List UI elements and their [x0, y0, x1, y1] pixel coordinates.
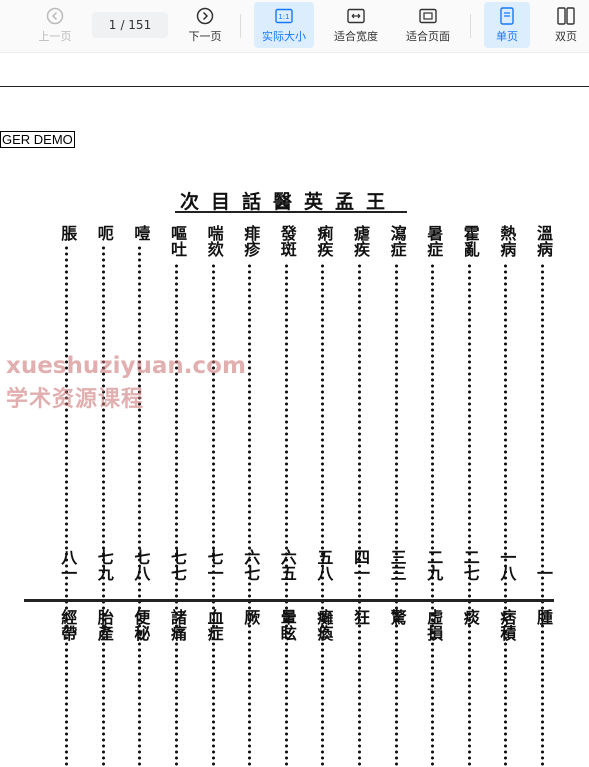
chevron-right-icon	[196, 7, 214, 25]
fit-width-label: 适合宽度	[334, 29, 378, 43]
chevron-left-icon	[46, 7, 64, 25]
toc-entry-label: 呃	[94, 225, 114, 241]
single-page-button[interactable]: 单页	[484, 2, 530, 48]
fit-width-button[interactable]: 适合宽度	[326, 2, 386, 48]
double-page-label: 双页	[555, 29, 577, 43]
toc-entry-label: 噎	[131, 225, 151, 241]
single-page-label: 单页	[496, 29, 518, 43]
toc-leader-dots	[211, 647, 215, 767]
fit-width-icon	[347, 7, 365, 25]
double-page-button[interactable]: 双页	[544, 2, 588, 48]
toc-leader-dots	[101, 647, 105, 767]
toc-entry-label: 暑症	[424, 225, 444, 257]
demo-label: GER DEMO	[0, 131, 75, 148]
toc-page-number: 六五	[277, 549, 297, 581]
next-page-button[interactable]: 下一页	[184, 2, 226, 48]
toc-page-number: 三三	[387, 549, 407, 581]
prev-page-button[interactable]: 上一页	[34, 2, 76, 48]
toc-entry-label: 虛損	[424, 609, 444, 641]
total-pages: / 151	[120, 18, 152, 32]
toc-page-number: 一	[534, 565, 553, 581]
pdf-toolbar: 上一页 1 / 151 下一页 1:1 实际大小 适合宽度 适合页面 单页 双页	[0, 0, 589, 53]
toc-entry-label: 經帶	[58, 609, 78, 641]
toc-page-number: 二七	[460, 549, 480, 581]
fit-page-button[interactable]: 适合页面	[398, 2, 458, 48]
toc-leader-dots	[65, 647, 69, 767]
single-page-icon	[498, 6, 516, 25]
toc-page-number: 四一	[351, 549, 370, 581]
toc-entry-label: 溫病	[534, 225, 553, 257]
title-underline	[175, 211, 407, 213]
toc-entry-label: 瀉症	[387, 225, 407, 257]
toc-entry-label: 驚	[387, 609, 407, 625]
toc-page-number: 一八	[497, 549, 517, 581]
toc-page-number: 二九	[424, 549, 444, 581]
prev-page-label: 上一页	[38, 29, 72, 43]
toc-page-number: 七九	[94, 549, 114, 581]
double-page-icon	[557, 6, 575, 25]
toc-entry-label: 暈眩	[277, 609, 297, 641]
toc-entry-label: 嘔吐	[168, 225, 187, 257]
toc-entry-label: 厥	[241, 609, 261, 625]
watermark: xueshuziyuan.com 学术资源课程	[6, 353, 246, 413]
toc-leader-dots	[358, 629, 361, 767]
toc-entry-label: 癱瘓	[314, 609, 334, 641]
toc-leader-dots	[431, 647, 435, 767]
toc-entry-label: 痰	[460, 609, 480, 625]
toc-entry-label: 熱病	[497, 225, 517, 257]
page-title: 王孟英醫話目次	[180, 191, 398, 213]
toc-leader-dots	[467, 629, 471, 767]
toc-entry-label: 瘧疾	[351, 225, 370, 257]
toc-entry-label: 發斑	[277, 225, 297, 257]
toc-page-number: 七一	[204, 549, 224, 581]
toc-entry-label: 諸痛	[168, 609, 187, 641]
toc-leader-dots	[175, 647, 178, 767]
toc-leader-dots	[504, 647, 508, 767]
toc-page-number: 五八	[314, 549, 334, 581]
toc-leader-dots	[138, 647, 142, 767]
actual-size-icon: 1:1	[275, 7, 293, 25]
toolbar-divider-2	[470, 14, 471, 38]
page-indicator[interactable]: 1 / 151	[92, 12, 168, 38]
document-page: GER DEMO 王孟英醫話目次 溫病一 熱病一八 霍亂二七 暑症二九 瀉症三三 瘧疾四一…	[0, 86, 589, 767]
watermark-url: xueshuziyuan.com	[6, 353, 246, 379]
toc-entry-label: 喘欬	[204, 225, 224, 257]
current-page-input[interactable]: 1	[109, 18, 117, 32]
toc-leader-dots	[321, 647, 325, 767]
fit-page-icon	[419, 7, 437, 25]
toc-entry-label: 脹	[58, 225, 78, 241]
toc-leader-dots	[541, 629, 544, 767]
toolbar-divider	[240, 14, 241, 38]
toc-entry-label: 痱疹	[241, 225, 261, 257]
toc-entry-label: 胎產	[94, 609, 114, 641]
toc-page-number: 七八	[131, 549, 151, 581]
actual-size-label: 实际大小	[262, 29, 306, 43]
toc-entry-label: 便秘	[131, 609, 151, 641]
toc-entry-label: 狂	[351, 609, 370, 625]
toc-page-number: 八一	[58, 549, 78, 581]
next-page-label: 下一页	[188, 29, 222, 43]
toc-leader-dots	[248, 629, 252, 767]
toc-entry-label: 血症	[204, 609, 224, 641]
toc-leader-dots	[394, 629, 398, 767]
toc-entry-label: 痢疾	[314, 225, 334, 257]
toc-leader-dots	[284, 647, 288, 767]
toc-entry-label: 痞積	[497, 609, 517, 641]
row-separator	[24, 599, 554, 602]
svg-text:1:1: 1:1	[278, 13, 289, 21]
fit-page-label: 适合页面	[406, 29, 450, 43]
actual-size-button[interactable]: 1:1 实际大小	[254, 2, 314, 48]
toc-entry-label: 霍亂	[460, 225, 480, 257]
toc-page-number: 七七	[168, 549, 187, 581]
toc-page-number: 六七	[241, 549, 261, 581]
watermark-text: 学术资源课程	[6, 387, 145, 412]
toc-entry-label: 腫	[534, 609, 553, 625]
